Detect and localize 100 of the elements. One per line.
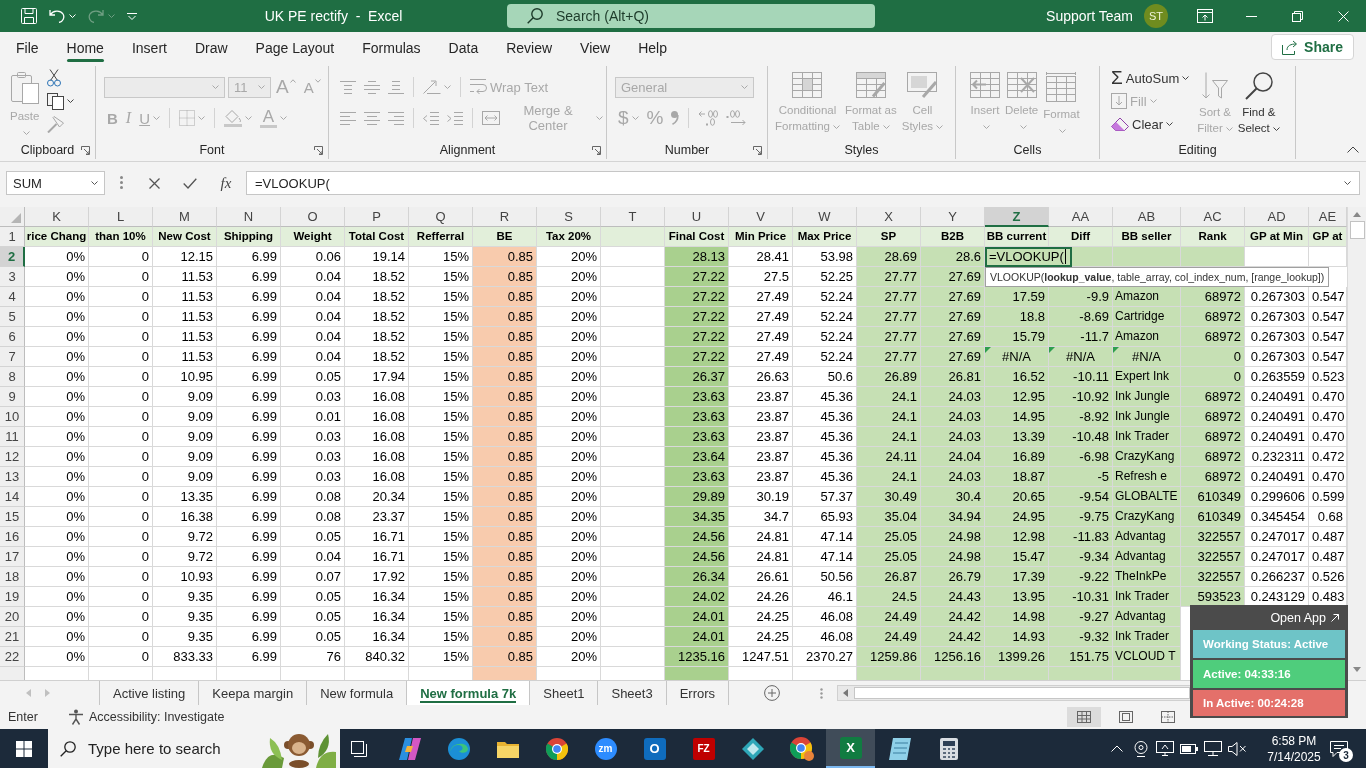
column-header[interactable]: L: [89, 207, 153, 227]
accessibility-button[interactable]: Accessibility: Investigate: [67, 709, 225, 725]
battery-icon[interactable]: [1180, 743, 1198, 754]
dialog-launcher-icon[interactable]: [753, 145, 762, 155]
more-options-icon[interactable]: [820, 687, 824, 699]
row-header[interactable]: 2: [0, 247, 25, 267]
share-button[interactable]: Share: [1271, 34, 1354, 60]
restore-icon[interactable]: [1291, 10, 1303, 22]
ribbon-tab[interactable]: File: [2, 32, 53, 62]
row-header[interactable]: 9: [0, 387, 25, 407]
column-header[interactable]: P: [345, 207, 409, 227]
column-header[interactable]: R: [473, 207, 537, 227]
row-header[interactable]: 14: [0, 487, 25, 507]
chevron-up-icon[interactable]: [1111, 745, 1123, 752]
dialog-launcher-icon[interactable]: [314, 145, 323, 155]
open-app-link[interactable]: Open App: [1270, 608, 1339, 628]
column-header[interactable]: Q: [409, 207, 473, 227]
column-header[interactable]: K: [25, 207, 89, 227]
left-arrow-icon[interactable]: [843, 689, 849, 697]
column-header[interactable]: T: [601, 207, 665, 227]
row-header[interactable]: 8: [0, 367, 25, 387]
horizontal-scrollbar[interactable]: [837, 685, 1192, 701]
row-header[interactable]: 22: [0, 647, 25, 667]
row-header[interactable]: 10: [0, 407, 25, 427]
ribbon-tab[interactable]: Draw: [180, 32, 242, 62]
row-header[interactable]: 21: [0, 627, 25, 647]
ribbon-tab[interactable]: Insert: [117, 32, 181, 62]
row-header[interactable]: 13: [0, 467, 25, 487]
dialog-launcher-icon[interactable]: [592, 145, 601, 155]
column-header[interactable]: Z: [985, 207, 1049, 227]
sheet-tab[interactable]: New formula 7k: [407, 681, 531, 705]
row-header[interactable]: 15: [0, 507, 25, 527]
formula-field[interactable]: =VLOOKUP(: [246, 171, 1360, 195]
user-name[interactable]: Support Team: [1046, 8, 1133, 24]
more-options-icon[interactable]: [120, 176, 123, 189]
row-header[interactable]: 6: [0, 327, 25, 347]
clock-date[interactable]: 7/14/2025: [1267, 748, 1321, 765]
row-header[interactable]: 18: [0, 567, 25, 587]
autosum-button[interactable]: Σ AutoSum: [1108, 67, 1193, 89]
column-header[interactable]: M: [153, 207, 217, 227]
column-header[interactable]: W: [793, 207, 857, 227]
collapse-ribbon-icon[interactable]: [1347, 146, 1359, 153]
column-header[interactable]: U: [665, 207, 729, 227]
column-header[interactable]: Y: [921, 207, 985, 227]
sheet-tab[interactable]: Sheet3: [598, 681, 667, 705]
close-icon[interactable]: [1337, 10, 1349, 22]
ribbon-display-icon[interactable]: [1197, 9, 1213, 23]
speaker-muted-icon[interactable]: [1228, 741, 1246, 756]
ribbon-tab[interactable]: Home: [52, 32, 118, 62]
row-header[interactable]: 17: [0, 547, 25, 567]
column-header[interactable]: X: [857, 207, 921, 227]
row-header[interactable]: 16: [0, 527, 25, 547]
column-header[interactable]: V: [729, 207, 793, 227]
column-header[interactable]: AA: [1049, 207, 1113, 227]
row-header[interactable]: 1: [0, 227, 25, 247]
down-arrow-icon[interactable]: [1353, 667, 1361, 672]
scrollbar-thumb[interactable]: [854, 687, 1191, 699]
row-header[interactable]: 12: [0, 447, 25, 467]
row-header[interactable]: 20: [0, 607, 25, 627]
up-arrow-icon[interactable]: [1353, 212, 1361, 217]
row-header[interactable]: 7: [0, 347, 25, 367]
column-header[interactable]: S: [537, 207, 601, 227]
insert-function-button[interactable]: fx: [208, 171, 244, 195]
column-header[interactable]: AD: [1245, 207, 1309, 227]
ribbon-tab[interactable]: Help: [624, 32, 681, 62]
ribbon-tab[interactable]: Formulas: [348, 32, 435, 62]
minimize-icon[interactable]: [1245, 15, 1257, 17]
column-header[interactable]: AB: [1113, 207, 1181, 227]
row-header[interactable]: 3: [0, 267, 25, 287]
outlook-taskbar-button[interactable]: O: [630, 729, 679, 768]
sheet-tab[interactable]: Keepa margin: [199, 681, 308, 705]
ribbon-tab[interactable]: Page Layout: [241, 32, 349, 62]
user-avatar[interactable]: ST: [1144, 4, 1168, 28]
clear-button[interactable]: Clear: [1108, 113, 1177, 135]
ribbon-tab[interactable]: Data: [434, 32, 493, 62]
row-header[interactable]: 11: [0, 427, 25, 447]
network-icon[interactable]: [1204, 741, 1222, 756]
dialog-launcher-icon[interactable]: [81, 145, 90, 155]
column-header[interactable]: O: [281, 207, 345, 227]
webcam-icon[interactable]: [1134, 740, 1148, 757]
row-header[interactable]: 4: [0, 287, 25, 307]
ribbon-tab[interactable]: View: [566, 32, 625, 62]
name-box[interactable]: SUM: [6, 171, 105, 195]
filezilla-taskbar-button[interactable]: FZ: [679, 729, 728, 768]
add-sheet-icon[interactable]: [764, 685, 781, 701]
excel-taskbar-button[interactable]: X: [826, 729, 875, 768]
notification-icon[interactable]: [1330, 740, 1348, 757]
sheet-tab[interactable]: Errors: [666, 681, 730, 705]
ribbon-tab[interactable]: Review: [492, 32, 567, 62]
column-header[interactable]: AE: [1309, 207, 1347, 227]
column-header[interactable]: AC: [1181, 207, 1245, 227]
sheet-tab[interactable]: Sheet1: [530, 681, 599, 705]
sheet-tab[interactable]: Active listing: [100, 681, 200, 705]
row-header[interactable]: 5: [0, 307, 25, 327]
column-header[interactable]: N: [217, 207, 281, 227]
windows-logo-icon[interactable]: [16, 740, 32, 757]
clock-time[interactable]: 6:58 PM: [1271, 732, 1317, 749]
find-select-button[interactable]: Find & Select: [1235, 70, 1282, 141]
cell-editor[interactable]: =VLOOKUP(: [985, 247, 1072, 267]
display-icon[interactable]: [1156, 741, 1174, 756]
